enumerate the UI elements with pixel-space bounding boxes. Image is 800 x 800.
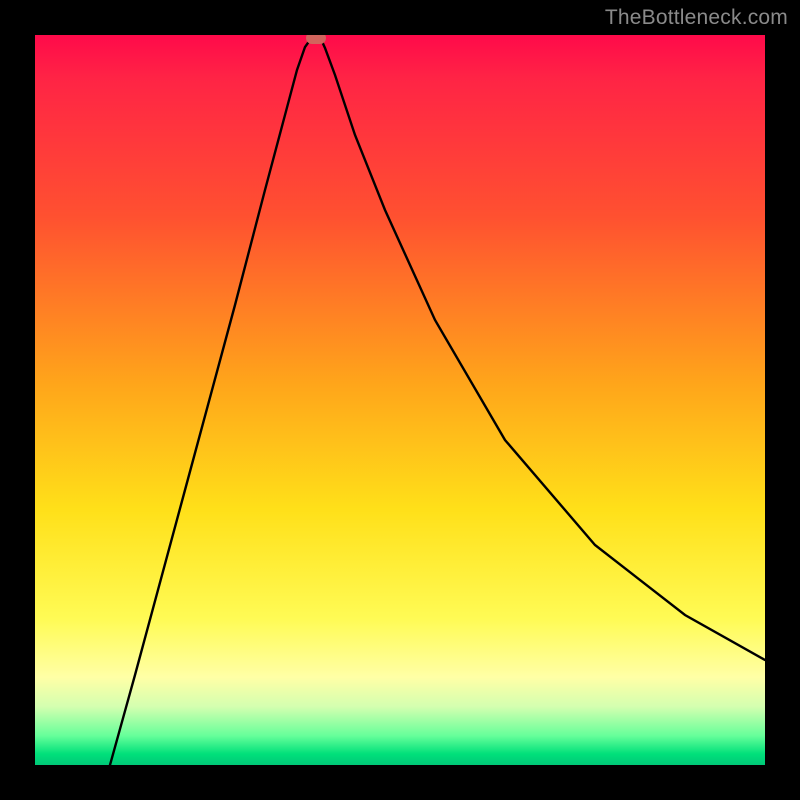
- curve-svg: [35, 35, 765, 765]
- curve-left: [110, 37, 313, 765]
- watermark-text: TheBottleneck.com: [605, 6, 788, 30]
- chart-frame: TheBottleneck.com: [0, 0, 800, 800]
- bottleneck-marker: [306, 35, 326, 44]
- curve-right: [320, 37, 765, 660]
- plot-area: [35, 35, 765, 765]
